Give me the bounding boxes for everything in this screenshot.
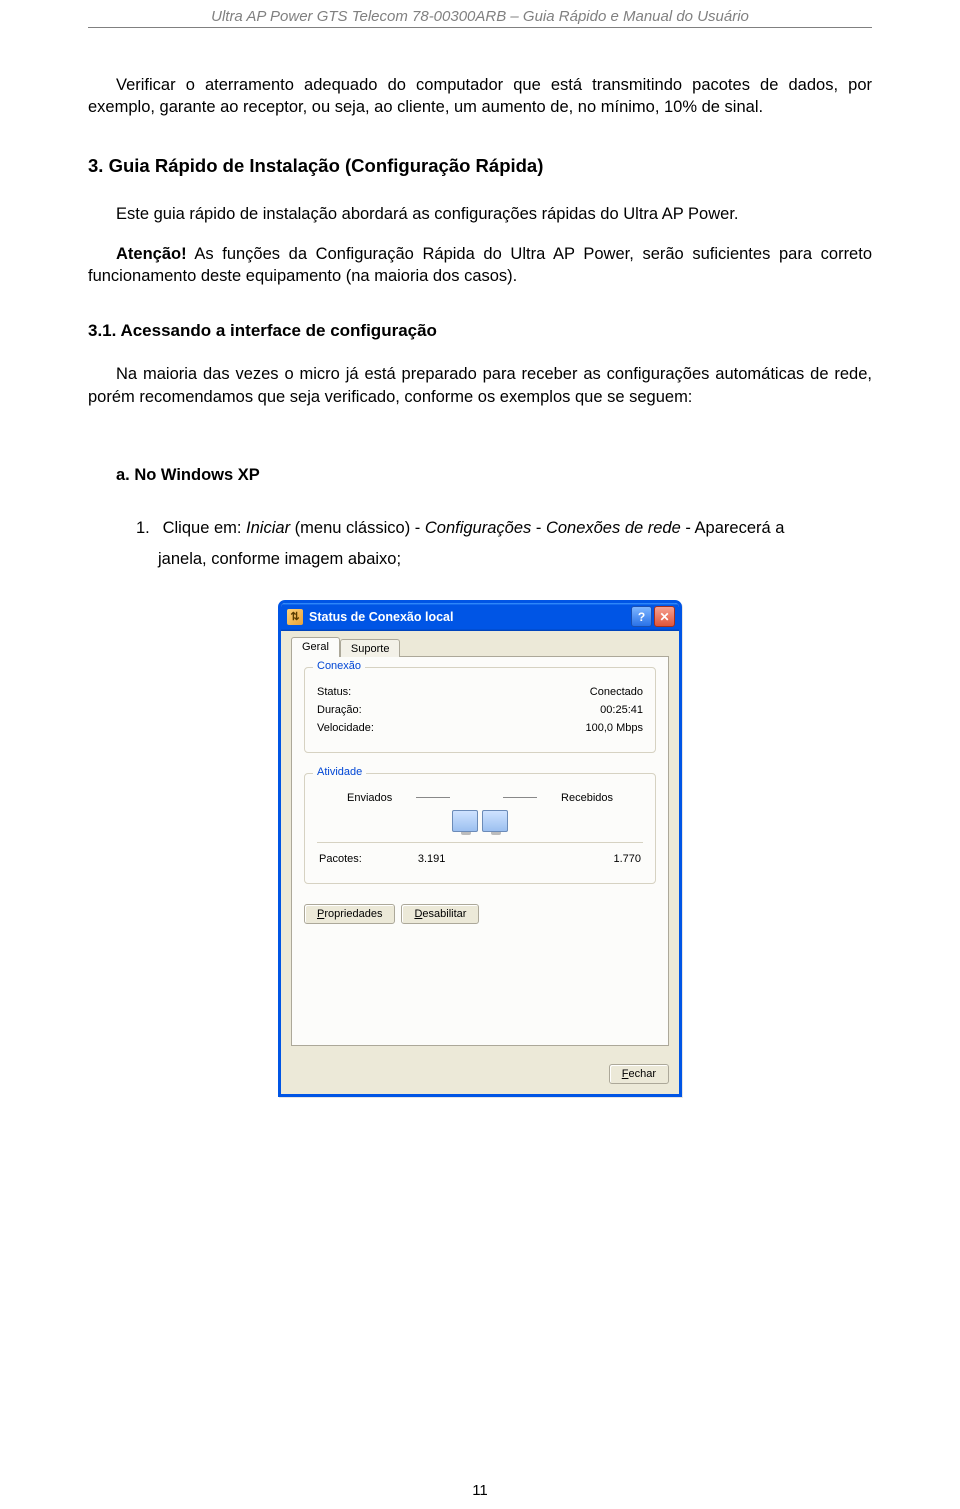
status-label: Status: [317,686,351,698]
activity-divider [317,842,643,843]
attention-text: As funções da Configuração Rápida do Ult… [88,245,872,285]
xp-tabs: Geral Suporte [291,638,669,657]
heading-3-1: 3.1. Acessando a interface de configuraç… [88,321,872,341]
group-connection: Conexão Status: Conectado Duração: 00:25… [304,667,656,753]
step-text-mid3: - Aparecerá a [681,519,785,537]
sub-heading-a: a. No Windows XP [88,466,872,485]
group-activity: Atividade Enviados Recebidos Paco [304,773,656,884]
packets-label: Pacotes: [319,853,362,865]
step-text-mid2: - [531,519,546,537]
paragraph-1: Verificar o aterramento adequado do comp… [88,74,872,119]
xp-titlebar[interactable]: ⇅ Status de Conexão local ? ✕ [281,603,679,631]
xp-status-dialog: ⇅ Status de Conexão local ? ✕ Geral Supo… [278,600,682,1097]
duration-value: 00:25:41 [600,704,643,716]
disable-button-rest: esabilitar [422,908,466,920]
activity-line-left [416,797,450,798]
speed-value: 100,0 Mbps [586,722,643,734]
packets-received: 1.770 [501,853,641,865]
paragraph-3: Na maioria das vezes o micro já está pre… [88,363,872,408]
status-value: Conectado [590,686,643,698]
page-number: 11 [0,1482,960,1499]
step-line2: janela, conforme imagem abaixo; [158,550,401,568]
group-activity-title: Atividade [313,766,366,778]
received-label: Recebidos [561,792,613,804]
document-header: Ultra AP Power GTS Telecom 78-00300ARB –… [0,0,960,27]
tab-support[interactable]: Suporte [340,639,401,657]
close-button[interactable]: ✕ [654,606,675,627]
disable-button[interactable]: Desabilitar [401,904,479,924]
paragraph-2: Este guia rápido de instalação abordará … [88,203,872,225]
step-text-mid1: (menu clássico) - [295,519,425,537]
dialog-footer: Fechar [281,1056,679,1094]
activity-icons [317,810,643,832]
header-rule [88,27,872,28]
packets-sent: 3.191 [362,853,502,865]
monitor-sent-icon [452,810,478,832]
network-status-icon: ⇅ [287,609,303,625]
xp-tab-panel: Conexão Status: Conectado Duração: 00:25… [291,656,669,1046]
step-italic-config: Configurações [425,519,531,537]
group-connection-title: Conexão [313,660,365,672]
speed-label: Velocidade: [317,722,374,734]
close-dialog-button-rest: echar [628,1068,656,1080]
duration-label: Duração: [317,704,362,716]
step-number: 1. [136,513,158,544]
step-1: 1. Clique em: Iniciar (menu clássico) - … [136,513,872,576]
step-italic-conexoes: Conexões de rede [546,519,681,537]
close-dialog-button[interactable]: Fechar [609,1064,669,1084]
page-content: Verificar o aterramento adequado do comp… [0,74,960,1097]
sent-label: Enviados [347,792,392,804]
step-text-pre: Clique em: [163,519,246,537]
help-button[interactable]: ? [631,606,652,627]
heading-3: 3. Guia Rápido de Instalação (Configuraç… [88,155,872,177]
xp-window-title: Status de Conexão local [309,610,453,624]
monitor-recv-icon [482,810,508,832]
properties-button[interactable]: Propriedades [304,904,395,924]
properties-button-rest: ropriedades [324,908,382,920]
activity-line-right [503,797,537,798]
attention-label: Atenção! [116,245,187,263]
step-italic-iniciar: Iniciar [246,519,295,537]
attention-paragraph: Atenção! As funções da Configuração Rápi… [88,243,872,288]
tab-general[interactable]: Geral [291,637,340,657]
dialog-button-row: Propriedades Desabilitar [304,904,656,924]
